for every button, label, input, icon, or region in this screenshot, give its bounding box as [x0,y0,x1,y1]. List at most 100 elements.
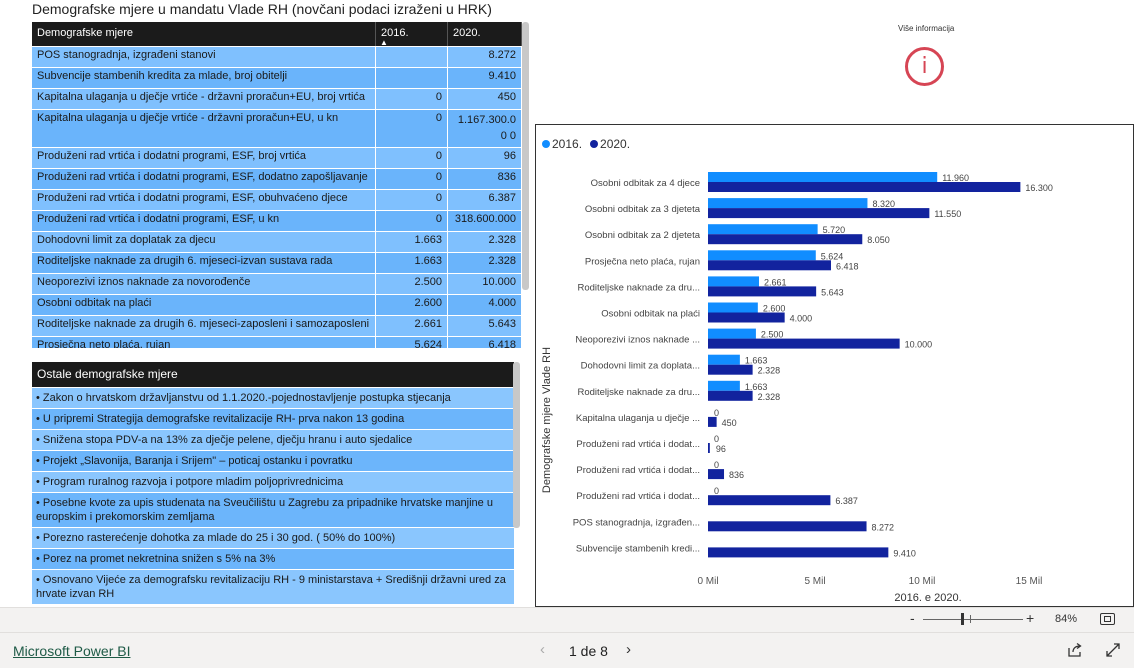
bar-2016[interactable] [708,354,740,365]
data-label: 0 [714,486,719,496]
table-row[interactable]: Produženi rad vrtića i dodatni programi,… [32,210,522,231]
table-row[interactable]: Kapitalna ulaganja u dječje vrtiće - drž… [32,109,522,147]
list-item[interactable]: • Posebne kvote za upis studenata na Sve… [32,492,514,527]
bar-2020[interactable] [708,469,725,480]
bar-2016[interactable] [708,302,758,313]
bar-2016[interactable] [708,276,759,287]
bar-2020[interactable] [708,260,831,271]
table-scrollbar[interactable] [522,22,529,290]
cell-measure: Kapitalna ulaganja u dječje vrtiće - drž… [32,110,376,147]
bar-2020[interactable] [708,547,889,558]
table-row[interactable]: POS stanogradnja, izgrađeni stanovi 8.272 [32,46,522,67]
table-header[interactable]: Ostale demografske mjere [32,362,514,387]
list-item[interactable]: • Porez na promet nekretnina snižen s 5%… [32,548,514,569]
cell-2016 [376,47,448,67]
cell-2016: 2.600 [376,295,448,315]
table-row[interactable]: Neoporezivi iznos naknade za novorođenče… [32,273,522,294]
table-row[interactable]: Prosječna neto plaća, rujan 5.624 6.418 [32,336,522,348]
bar-2020[interactable] [708,364,753,375]
bar-2020[interactable] [708,521,867,532]
column-header-label: Demografske mjere [37,27,133,39]
cell-2016: 0 [376,110,448,147]
bar-2016[interactable] [708,380,740,391]
bar-2020[interactable] [708,286,817,297]
table-row[interactable]: Produženi rad vrtića i dodatni programi,… [32,189,522,210]
bar-2020[interactable] [708,234,863,245]
bar-2020[interactable] [708,390,753,401]
data-label: 11.550 [934,209,961,219]
previous-page-button[interactable]: ‹ [540,641,545,658]
bar-2016[interactable] [708,250,816,261]
data-label: 2.661 [764,277,787,287]
power-bi-link[interactable]: Microsoft Power BI [13,643,130,659]
table-row[interactable]: Produženi rad vrtića i dodatni programi,… [32,147,522,168]
list-item[interactable]: • Projekt „Slavonija, Baranja i Srijem" … [32,450,514,471]
fit-to-page-icon[interactable] [1100,613,1115,625]
column-header-2020[interactable]: 2020. [448,22,522,46]
data-label: 2.328 [758,392,781,402]
cell-2020: 8.272 [448,47,522,67]
table-scrollbar[interactable] [513,362,520,528]
bar-2016[interactable] [708,224,818,235]
info-circle-icon[interactable]: i [905,47,944,86]
cell-measure: Produženi rad vrtića i dodatni programi,… [32,211,376,231]
data-label: 1.663 [745,356,768,366]
cell-2016: 0 [376,89,448,109]
category-label: Osobni odbitak za 3 djeteta [585,204,701,215]
bar-2020[interactable] [708,416,717,427]
report-footer: Microsoft Power BI ‹ 1 de 8 › [0,632,1134,668]
bar-2020[interactable] [708,338,900,349]
category-label: Osobni odbitak za 4 djece [591,178,700,189]
table-row[interactable]: Subvencije stambenih kredita za mlade, b… [32,67,522,88]
cell-2020: 6.387 [448,190,522,210]
list-item[interactable]: • Program ruralnog razvoja i potpore mla… [32,471,514,492]
table-body: POS stanogradnja, izgrađeni stanovi 8.272… [32,46,522,348]
data-label: 5.643 [821,287,844,297]
cell-measure: Produženi rad vrtića i dodatni programi,… [32,169,376,189]
data-label: 2.600 [763,304,786,314]
list-item[interactable]: • Zakon o hrvatskom državljanstvu od 1.1… [32,387,514,408]
table-row[interactable]: Roditeljske naknade za drugih 6. mjeseci… [32,315,522,336]
zoom-out-button[interactable]: - [910,610,915,626]
next-page-button[interactable]: › [626,641,631,658]
column-header-2016[interactable]: 2016. ▲ [376,22,448,47]
data-label: 0 [714,460,719,470]
fullscreen-icon[interactable] [1105,642,1121,658]
cell-2016: 2.661 [376,316,448,336]
bar-2020[interactable] [708,182,1021,192]
zoom-in-button[interactable]: + [1026,610,1034,626]
list-item[interactable]: • Porezno rasterećenje dohotka za mlade … [32,527,514,548]
bar-2016[interactable] [708,172,938,182]
column-header-measure[interactable]: Demografske mjere [32,22,376,46]
list-item[interactable]: • U pripremi Strategija demografske revi… [32,408,514,429]
bar-2016[interactable] [708,328,756,339]
page-indicator: 1 de 8 [569,643,608,659]
bar-2020[interactable] [708,312,785,323]
bar-2020[interactable] [708,208,930,219]
table-row[interactable]: Osobni odbitak na plaći 2.600 4.000 [32,294,522,315]
data-label: 0 [714,434,719,444]
bar-2020[interactable] [708,443,710,453]
zoom-slider-track[interactable] [923,619,1023,620]
table-row[interactable]: Roditeljske naknade za drugih 6. mjeseci… [32,252,522,273]
category-label: Osobni odbitak za 2 djeteta [585,230,701,241]
bar-2016[interactable] [708,198,868,209]
table-row[interactable]: Dohodovni limit za doplatak za djecu 1.66… [32,231,522,252]
list-item[interactable]: • Odluke o dodjeli na korištenje ili dar… [32,604,514,605]
table-row[interactable]: Kapitalna ulaganja u dječje vrtiće - drž… [32,88,522,109]
data-label: 96 [716,444,726,454]
list-item[interactable]: • Osnovano Vijeće za demografsku revital… [32,569,514,604]
table-row[interactable]: Produženi rad vrtića i dodatni programi,… [32,168,522,189]
data-label: 11.960 [942,173,969,183]
x-axis-title: 2016. e 2020. [894,592,961,604]
zoom-slider-thumb[interactable] [961,613,964,625]
cell-measure: Neoporezivi iznos naknade za novorođenče [32,274,376,294]
bar-2020[interactable] [708,495,831,506]
cell-2016: 1.663 [376,232,448,252]
x-tick-label: 0 Mil [697,576,718,587]
share-icon[interactable] [1067,642,1083,658]
cell-2016: 0 [376,190,448,210]
cell-2020: 450 [448,89,522,109]
list-item[interactable]: • Snižena stopa PDV-a na 13% za dječje p… [32,429,514,450]
category-label: Subvencije stambenih kredi... [576,543,700,554]
